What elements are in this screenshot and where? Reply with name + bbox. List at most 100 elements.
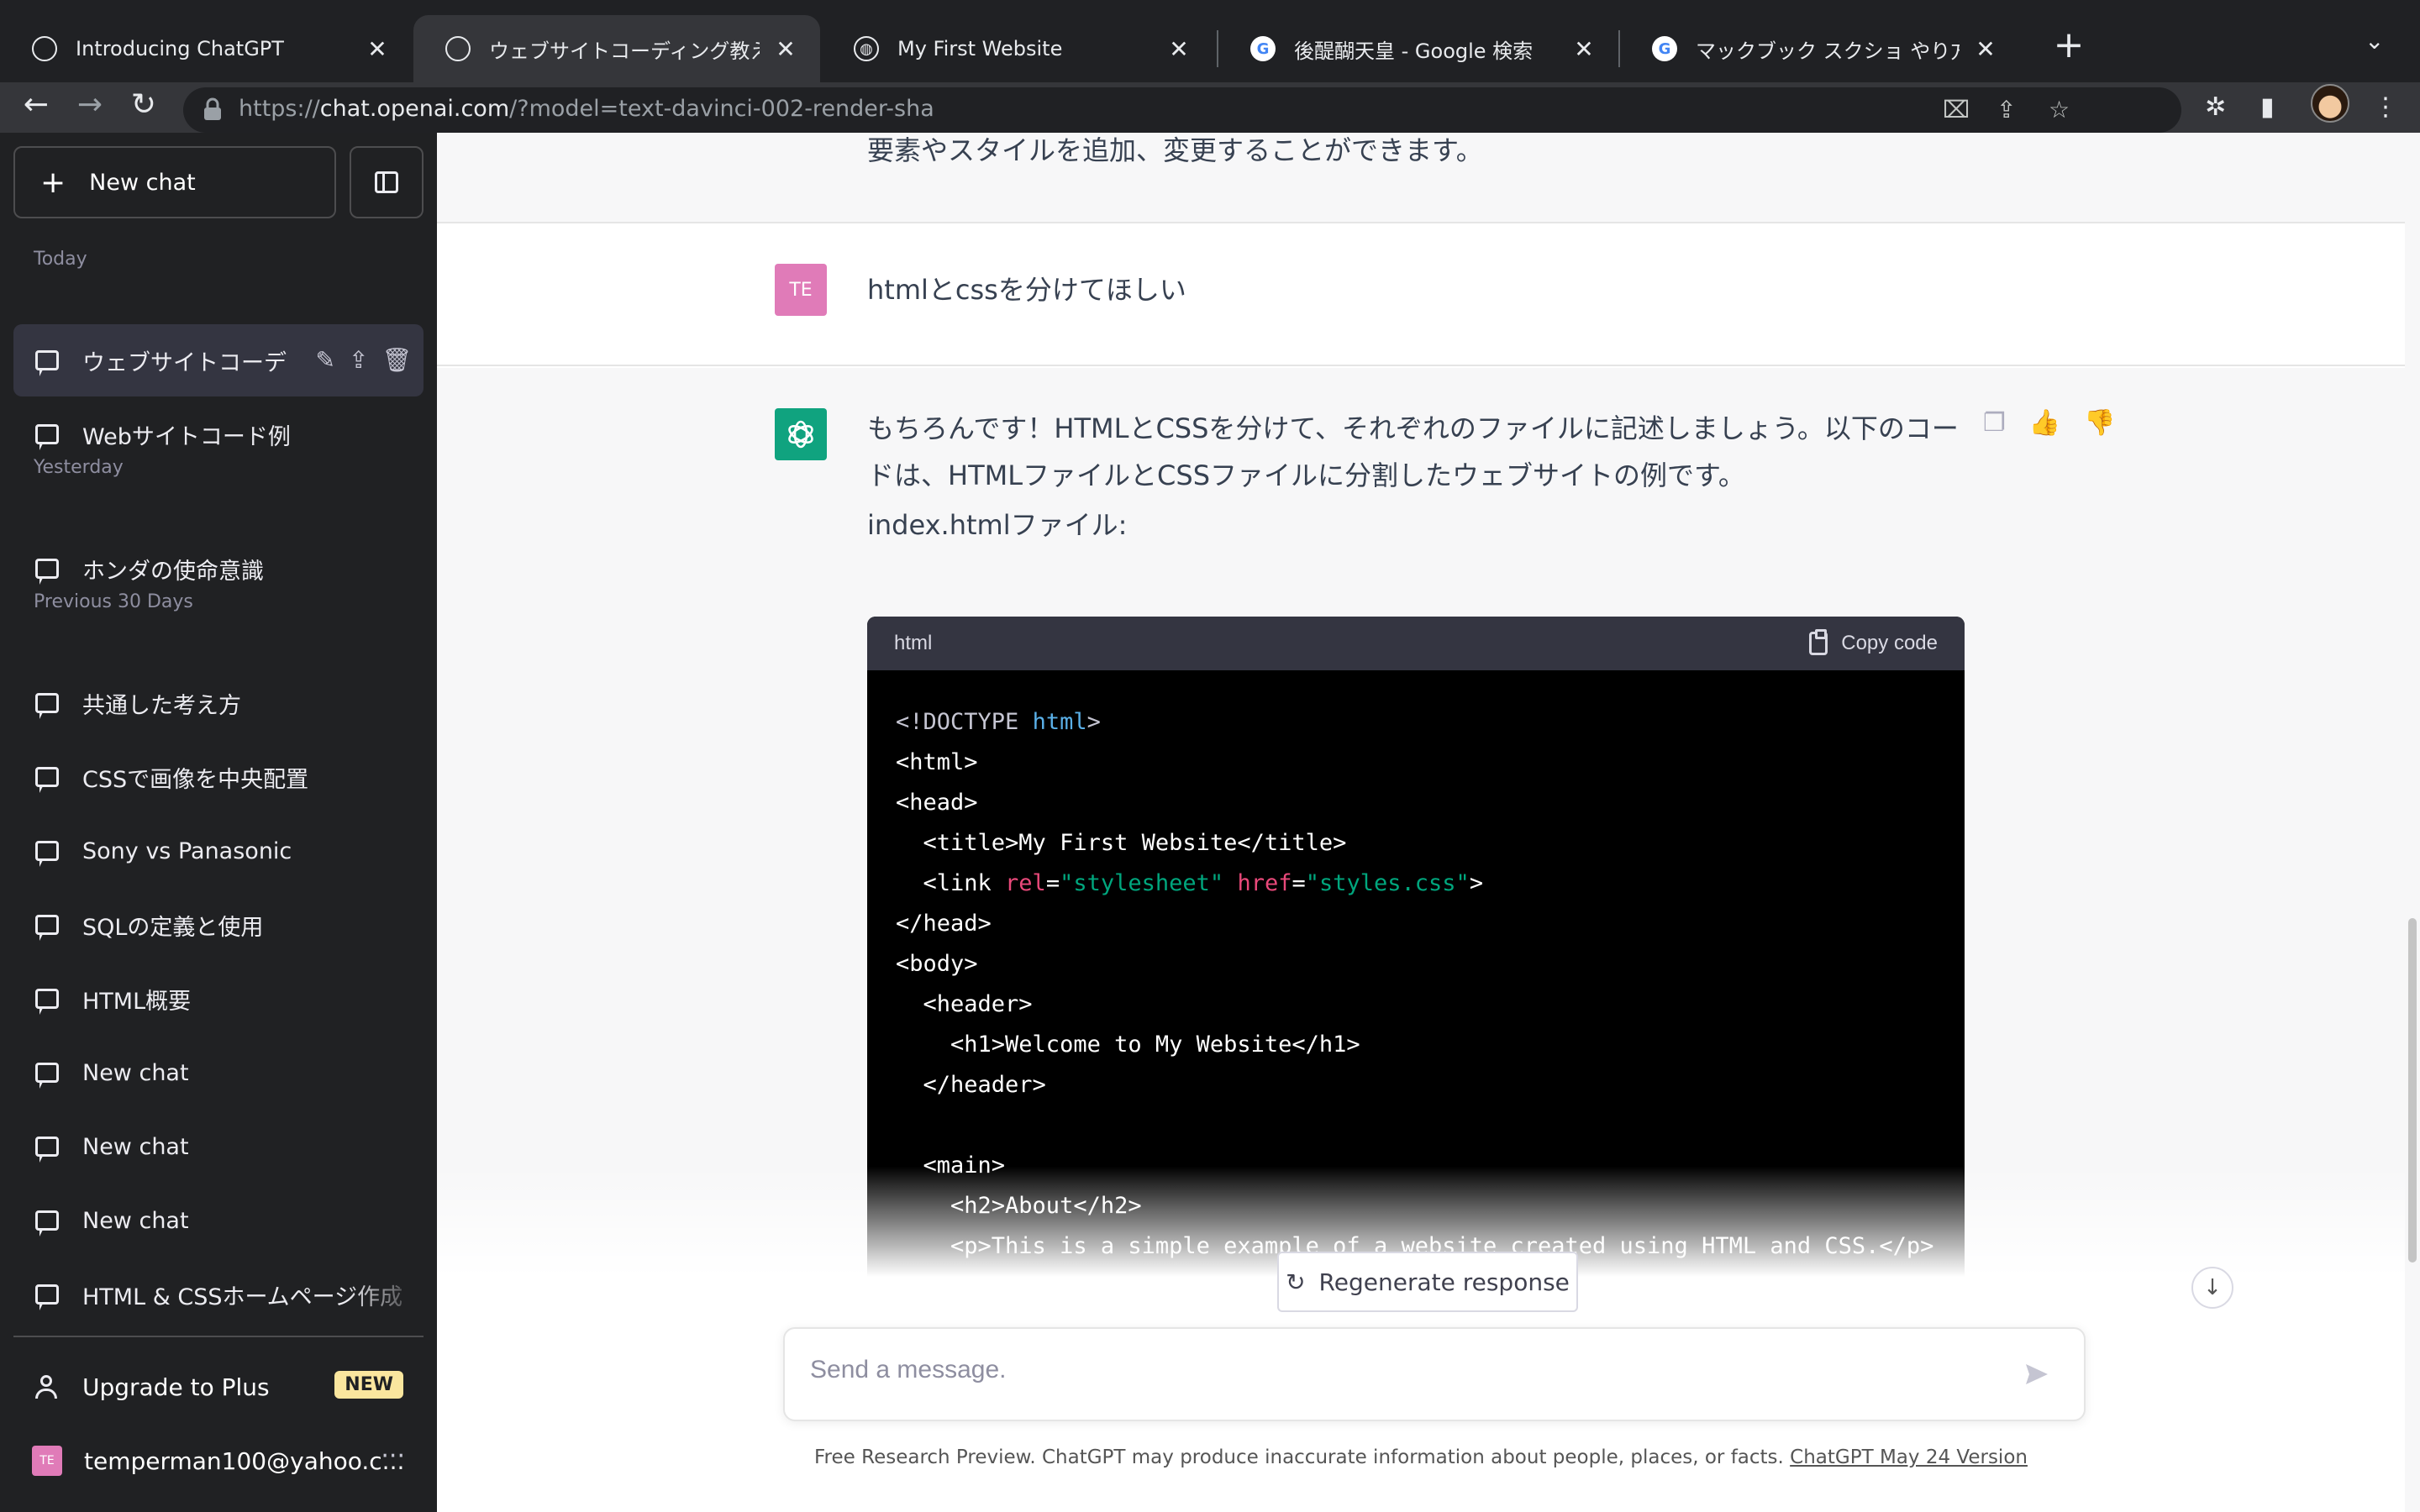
tab-title: My First Website [897, 37, 1063, 60]
share-icon[interactable]: ⇪ [349, 346, 368, 374]
browser-tab[interactable]: G 後醍醐天皇 - Google 検索 ✕ [1218, 15, 1618, 82]
chevron-down-icon[interactable]: ⌄ [2365, 27, 2384, 55]
message-input[interactable] [810, 1356, 1986, 1384]
message-composer [783, 1327, 2086, 1421]
scrollbar-thumb[interactable] [2408, 918, 2417, 1263]
assistant-message-text: 要素やスタイルを追加、変更することができます。 [867, 134, 1483, 166]
plus-icon: + [40, 165, 66, 200]
more-options-icon[interactable]: ⋮ [2373, 92, 2398, 122]
new-tab-icon[interactable]: + [2044, 24, 2094, 66]
browser-tab[interactable]: ◍ My First Website ✕ [822, 15, 1213, 82]
account-avatar: TE [32, 1446, 62, 1476]
conversation-actions: ✎ ⇪ 🗑 [316, 346, 412, 374]
conversation-title: Sony vs Panasonic [82, 837, 292, 864]
assistant-message-text: もちろんです！HTMLとCSSを分けて、それぞれのファイルに記述しましょう。以下… [867, 412, 1959, 491]
back-icon[interactable]: ← [15, 87, 57, 122]
code-token: rel [1005, 870, 1046, 896]
upgrade-to-plus-button[interactable]: Upgrade to Plus NEW [13, 1351, 424, 1423]
copy-code-button[interactable]: Copy code [1809, 629, 1938, 655]
send-icon[interactable] [2023, 1361, 2050, 1388]
section-label-previous-30-days: Previous 30 Days [34, 591, 193, 612]
conversation-item[interactable]: HTML概要 [13, 963, 424, 1035]
code-token: <h1>Welcome to My Website</h1> [896, 1032, 1360, 1058]
code-token: <title>My First Website</title> [896, 830, 1347, 856]
code-token: <body> [896, 951, 978, 977]
translate-icon[interactable]: ⌧ [1943, 96, 1970, 123]
edit-icon[interactable]: ✎ [316, 346, 335, 374]
toggle-sidebar-button[interactable] [350, 146, 424, 218]
more-horizontal-icon[interactable]: ··· [381, 1441, 405, 1471]
chat-bubble-icon [35, 350, 59, 376]
close-icon[interactable]: ✕ [365, 35, 390, 63]
close-icon[interactable]: ✕ [1166, 35, 1192, 63]
conversation-item[interactable]: Sony vs Panasonic [13, 815, 424, 887]
chat-bubble-icon [35, 1063, 59, 1089]
user-message-text: htmlとcssを分けてほしい [867, 274, 1186, 306]
code-token: > [1086, 709, 1101, 735]
chat-main: 要素やスタイルを追加、変更することができます。 TE htmlとcssを分けてほ… [437, 133, 2420, 1512]
chat-bubble-icon [35, 1210, 59, 1236]
chatgpt-logo-icon [775, 408, 827, 460]
conversation-title: SQLの定義と使用 [82, 914, 264, 941]
code-token: <link [896, 870, 1006, 896]
share-icon[interactable]: ⇪ [1996, 96, 2016, 123]
copy-code-label: Copy code [1841, 632, 1938, 654]
conversation-item-active[interactable]: ウェブサイトコーデ ✎ ⇪ 🗑 [13, 324, 424, 396]
version-link[interactable]: ChatGPT May 24 Version [1790, 1446, 2028, 1468]
close-icon[interactable]: ✕ [773, 35, 798, 63]
conversation-title: CSSで画像を中央配置 [82, 766, 309, 793]
upgrade-label: Upgrade to Plus [82, 1373, 270, 1401]
user-message: TE htmlとcssを分けてほしい [437, 223, 2405, 366]
assistant-message-previous: 要素やスタイルを追加、変更することができます。 [437, 133, 2405, 223]
forward-icon[interactable]: → [69, 87, 111, 122]
address-bar[interactable]: https://chat.openai.com/?model=text-davi… [183, 87, 2181, 133]
code-line: </head> [896, 904, 1936, 944]
account-email: temperman100@yahoo.c... [84, 1446, 405, 1475]
browser-tab[interactable]: G マックブック スクショ やり方 - Go ✕ [1620, 15, 2020, 82]
sidebar-divider [13, 1336, 424, 1337]
browser-tab[interactable]: Introducing ChatGPT ✕ [0, 15, 412, 82]
url-text[interactable]: https://chat.openai.com/?model=text-davi… [239, 96, 934, 122]
conversation-item[interactable]: HTML & CSSホームページ作成 [13, 1258, 424, 1331]
conversation-item[interactable]: New chat [13, 1110, 424, 1183]
scroll-to-bottom-button[interactable]: ↓ [2191, 1267, 2233, 1309]
thumbs-down-icon[interactable]: 👎 [2084, 408, 2115, 438]
new-chat-label: New chat [89, 169, 196, 196]
conversation-item[interactable]: CSSで画像を中央配置 [13, 741, 424, 813]
extensions-icon[interactable]: ✲ [2205, 92, 2226, 122]
profile-avatar[interactable] [2311, 84, 2349, 123]
scrollbar-track[interactable] [2405, 133, 2420, 1512]
chat-bubble-icon [35, 693, 59, 719]
conversation-item[interactable]: SQLの定義と使用 [13, 889, 424, 961]
sidebar: + New chat Today ウェブサイトコーデ ✎ ⇪ 🗑 Webサイトコ… [0, 133, 437, 1512]
url-path: /?model=text-davinci-002-render-sha [509, 96, 934, 122]
conversation-item[interactable]: New chat [13, 1037, 424, 1109]
regenerate-response-button[interactable]: ↻ Regenerate response [1277, 1252, 1578, 1312]
text-fade [348, 1258, 424, 1331]
code-token: href [1237, 870, 1292, 896]
bookmark-star-icon[interactable]: ☆ [2049, 96, 2070, 123]
code-token: <!DOCTYPE [896, 709, 1033, 735]
google-icon: G [1250, 36, 1276, 61]
openai-icon [445, 36, 471, 61]
browser-tab-active[interactable]: ウェブサイトコーディング教えます ✕ [413, 15, 820, 82]
code-line: <title>My First Website</title> [896, 823, 1936, 864]
clipboard-icon[interactable]: ❐ [1983, 408, 2006, 438]
close-icon[interactable]: ✕ [1973, 35, 1998, 63]
account-menu[interactable]: TE temperman100@yahoo.c... ··· [13, 1425, 424, 1497]
new-chat-button[interactable]: + New chat [13, 146, 336, 218]
chat-bubble-icon [35, 841, 59, 867]
thumbs-up-icon[interactable]: 👍 [2029, 408, 2060, 438]
conversation-item[interactable]: 共通した考え方 [13, 667, 424, 739]
code-line: </header> [896, 1065, 1936, 1105]
conversation-title: HTML概要 [82, 988, 192, 1015]
conversation-item[interactable]: New chat [13, 1184, 424, 1257]
code-line: <head> [896, 783, 1936, 823]
side-panel-icon[interactable]: ▮ [2260, 92, 2275, 122]
chat-bubble-icon [35, 915, 59, 941]
reload-icon[interactable]: ↻ [123, 87, 165, 122]
close-icon[interactable]: ✕ [1571, 35, 1597, 63]
trash-icon[interactable]: 🗑 [381, 346, 412, 374]
